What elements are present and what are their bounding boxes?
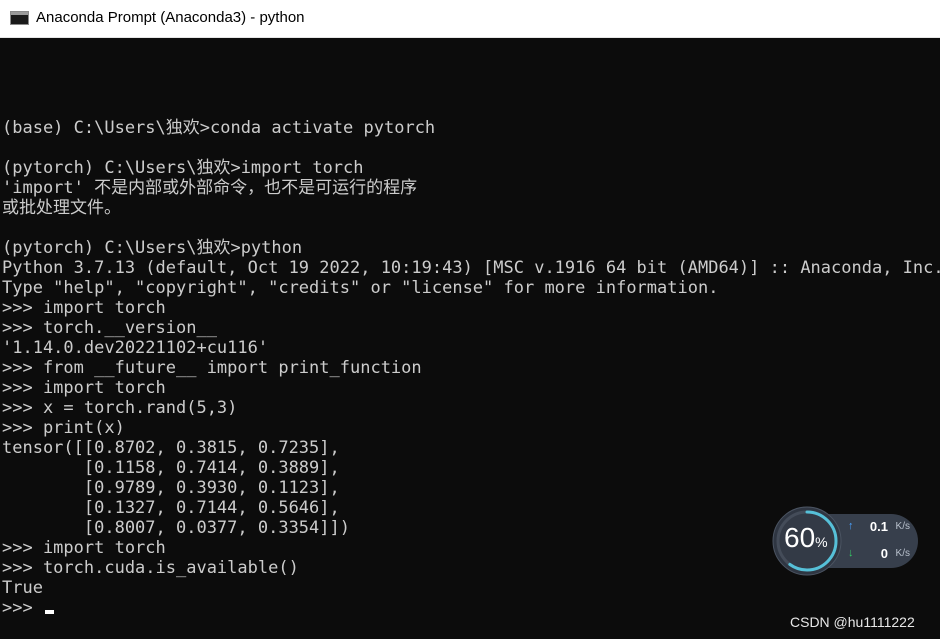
console-line: tensor([[0.8702, 0.3815, 0.7235], [2, 438, 340, 458]
download-speed: ↓ 0 K/s [848, 545, 914, 565]
console-line: (pytorch) C:\Users\独欢>import torch [2, 158, 364, 178]
prompt-text: >>> [2, 598, 43, 618]
text-cursor [44, 610, 54, 614]
upload-speed: ↑ 0.1 K/s [848, 518, 914, 538]
console-line: >>> x = torch.rand(5,3) [2, 398, 238, 418]
console-line: (pytorch) C:\Users\独欢>python [2, 238, 303, 258]
upload-speed-unit: K/s [895, 521, 910, 532]
console-line: True [2, 578, 43, 598]
usage-percent-value: 60 [784, 522, 816, 553]
download-speed-value: 0 [880, 546, 888, 561]
console-line: >>> import torch [2, 298, 166, 318]
console-line: '1.14.0.dev20221102+cu116' [2, 338, 269, 358]
usage-percent-sign: % [815, 534, 828, 550]
console-line: 'import' 不是内部或外部命令，也不是可运行的程序 [2, 178, 418, 198]
download-speed-unit: K/s [895, 548, 910, 559]
title-bar[interactable]: Anaconda Prompt (Anaconda3) - python [0, 0, 940, 38]
window-title: Anaconda Prompt (Anaconda3) - python [36, 9, 305, 26]
terminal-window: Anaconda Prompt (Anaconda3) - python (ba… [0, 0, 940, 639]
upload-speed-value: 0.1 [869, 519, 888, 534]
console-line: Python 3.7.13 (default, Oct 19 2022, 10:… [2, 258, 940, 278]
console-line: [0.9789, 0.3930, 0.1123], [2, 478, 340, 498]
console-line: Type "help", "copyright", "credits" or "… [2, 278, 719, 298]
network-speed-widget[interactable]: 60% ↑ 0.1 K/s ↓ 0 K/s [770, 504, 920, 578]
download-arrow-icon: ↓ [848, 547, 854, 559]
console-line: >>> torch.__version__ [2, 318, 217, 338]
console-line: >>> print(x) [2, 418, 125, 438]
terminal-icon [10, 11, 29, 25]
watermark: CSDN @hu1111222 [790, 614, 915, 630]
console-line: 或批处理文件。 [2, 198, 121, 218]
console-line: (base) C:\Users\独欢>conda activate pytorc… [2, 118, 436, 138]
console-line: [0.1158, 0.7414, 0.3889], [2, 458, 340, 478]
usage-percent: 60% [784, 522, 828, 554]
console-line: >>> import torch [2, 378, 166, 398]
upload-arrow-icon: ↑ [848, 520, 854, 532]
console-line: >>> from __future__ import print_functio… [2, 358, 422, 378]
